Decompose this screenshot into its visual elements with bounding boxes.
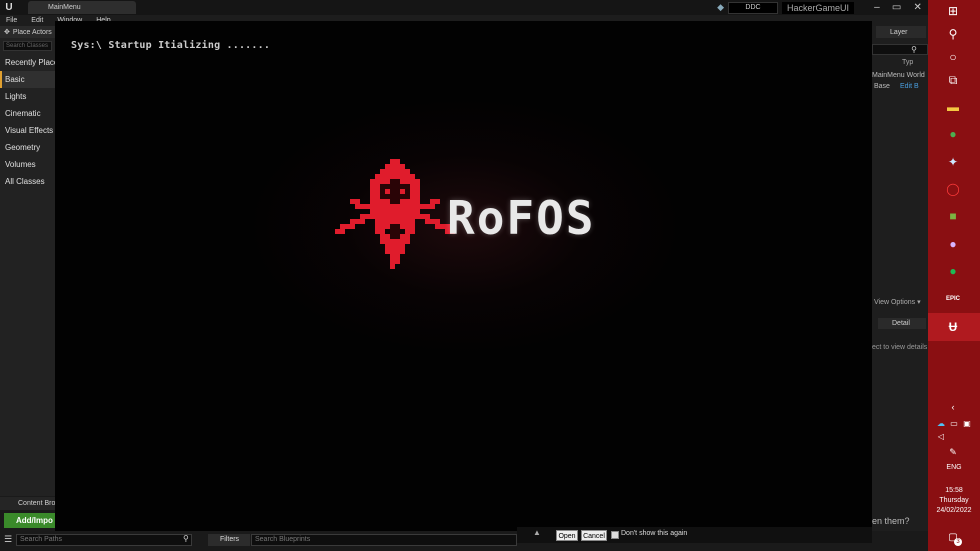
unreal-logo-icon[interactable]: U bbox=[2, 1, 16, 15]
open-button[interactable]: Open bbox=[556, 530, 578, 541]
menu-edit[interactable]: Edit bbox=[31, 17, 43, 24]
category-lights[interactable]: Lights bbox=[0, 88, 55, 105]
pen-icon[interactable]: ✎ bbox=[942, 441, 964, 463]
category-visual-effects[interactable]: Visual Effects bbox=[0, 122, 55, 139]
github-icon[interactable]: ● bbox=[942, 233, 964, 255]
tab-layers-label: Layer bbox=[890, 28, 908, 36]
project-name: HackerGameUI bbox=[782, 1, 854, 14]
outliner-row-base[interactable]: Base bbox=[874, 83, 890, 90]
minecraft-icon[interactable]: ■ bbox=[942, 205, 964, 227]
category-geometry[interactable]: Geometry bbox=[0, 139, 55, 156]
category-volumes[interactable]: Volumes bbox=[0, 156, 55, 173]
search-classes-input[interactable]: Search Classes bbox=[3, 41, 52, 51]
search-icon[interactable]: ⚲ bbox=[942, 23, 964, 45]
place-actors-title: Place Actors bbox=[12, 28, 52, 36]
game-viewport[interactable]: Sys:\ Startup Itializing ....... RoFOS bbox=[55, 21, 872, 531]
epic-games-icon[interactable]: EPIC bbox=[942, 288, 964, 310]
place-actors-icon: ✥ bbox=[4, 29, 10, 36]
menu-file[interactable]: File bbox=[6, 17, 17, 24]
tab-layers[interactable]: Layer bbox=[876, 26, 926, 38]
cancel-button[interactable]: Cancel bbox=[581, 530, 607, 541]
notification-count: 3 bbox=[954, 538, 962, 546]
steam-icon[interactable]: ✦ bbox=[942, 151, 964, 173]
dont-show-label: Don't show this again bbox=[621, 530, 688, 537]
place-actors-panel: ✥ Place Actors Search Classes Recently P… bbox=[0, 26, 55, 496]
search-blueprints-input[interactable]: Search Blueprints bbox=[251, 534, 517, 546]
clock-time: 15:58 bbox=[945, 487, 963, 494]
category-recently-placed[interactable]: Recently Placed bbox=[0, 54, 55, 71]
content-browser-label: Content Bro bbox=[18, 500, 55, 507]
category-cinematic[interactable]: Cinematic bbox=[0, 105, 55, 122]
rofos-emblem-icon bbox=[335, 159, 455, 269]
search-paths-input[interactable]: Search Paths bbox=[16, 534, 192, 546]
place-actors-header[interactable]: ✥ Place Actors bbox=[0, 26, 55, 38]
dialog-question-text: en them? bbox=[872, 516, 910, 526]
chrome-icon[interactable]: ● bbox=[942, 123, 964, 145]
unreal-engine-icon[interactable]: Ʉ bbox=[942, 316, 964, 338]
screen: U MainMenu ◆ DDC HackerGameUI – ▭ ✕ File… bbox=[0, 0, 980, 551]
ddc-label: DDC bbox=[745, 4, 761, 11]
view-options-button[interactable]: View Options ▾ bbox=[874, 298, 921, 306]
startup-text: Sys:\ Startup Itializing ....... bbox=[71, 40, 271, 51]
brand-name: RoFOS bbox=[447, 191, 596, 245]
outliner-row-world[interactable]: MainMenu World bbox=[872, 72, 925, 79]
clock-date: 24/02/2022 bbox=[936, 507, 972, 514]
filters-button[interactable]: Filters bbox=[208, 534, 250, 546]
titlebar-right: ◆ DDC HackerGameUI – ▭ ✕ bbox=[717, 0, 928, 15]
source-control-icon[interactable]: ◆ bbox=[717, 2, 724, 13]
outliner-search-input[interactable]: ⚲ bbox=[872, 44, 928, 55]
notification-icon[interactable]: ▢ 3 bbox=[942, 526, 964, 548]
tab-details-label: Detail bbox=[892, 320, 910, 327]
close-icon[interactable]: ✕ bbox=[913, 2, 921, 13]
opera-icon[interactable]: ◯ bbox=[942, 178, 964, 200]
search-icon: ⚲ bbox=[911, 45, 917, 54]
network-icon[interactable]: ▣ bbox=[956, 412, 978, 434]
edit-link[interactable]: Edit B bbox=[900, 83, 919, 90]
view-options-label: View Options bbox=[874, 299, 916, 306]
window-controls: – ▭ ✕ bbox=[868, 2, 928, 13]
outliner-panel: Layer ⚲ Typ MainMenu World Base Edit B V… bbox=[872, 26, 928, 531]
filters-label: Filters bbox=[220, 536, 240, 543]
tab-mainmenu[interactable]: MainMenu bbox=[28, 1, 136, 14]
type-column-header[interactable]: Typ bbox=[902, 59, 913, 66]
collapse-sources-icon[interactable]: ☰ bbox=[4, 534, 12, 545]
category-basic[interactable]: Basic bbox=[0, 71, 55, 88]
dont-show-checkbox[interactable] bbox=[611, 531, 619, 539]
chevron-down-icon: ▾ bbox=[917, 299, 921, 306]
language-indicator[interactable]: ENG bbox=[928, 464, 980, 471]
minimize-icon[interactable]: – bbox=[874, 2, 880, 13]
task-view-icon[interactable]: ⧉ bbox=[942, 69, 964, 91]
maximize-icon[interactable]: ▭ bbox=[892, 2, 901, 13]
file-explorer-icon[interactable]: ▬ bbox=[942, 96, 964, 118]
tab-details[interactable]: Detail bbox=[878, 318, 926, 329]
warning-icon: ▲ bbox=[533, 528, 541, 537]
add-import-button[interactable]: Add/Impo bbox=[4, 513, 55, 528]
add-import-label: Add/Impo bbox=[16, 516, 53, 525]
search-icon: ⚲ bbox=[183, 534, 189, 543]
editor-titlebar: U MainMenu ◆ DDC HackerGameUI – ▭ ✕ bbox=[0, 0, 928, 15]
cortana-icon[interactable]: ○ bbox=[942, 46, 964, 68]
tab-mainmenu-label: MainMenu bbox=[48, 4, 81, 11]
category-all-classes[interactable]: All Classes bbox=[0, 173, 55, 190]
clock-day: Thursday bbox=[939, 497, 969, 504]
windows-start-icon[interactable]: ⊞ bbox=[942, 0, 964, 22]
details-hint: ect to view details bbox=[872, 344, 928, 351]
system-clock[interactable]: 15:58 Thursday 24/02/2022 bbox=[928, 486, 980, 516]
windows-taskbar: ⊞ ⚲ ○ ⧉ ▬ ● ✦ ◯ ■ ● ● EPIC Ʉ ‹ ☁ ▭ ▣ ◁ ✎… bbox=[928, 0, 980, 551]
tab-content-browser[interactable]: Content Bro bbox=[0, 497, 55, 510]
ddc-indicator[interactable]: DDC bbox=[728, 1, 778, 14]
spotify-icon[interactable]: ● bbox=[942, 260, 964, 282]
